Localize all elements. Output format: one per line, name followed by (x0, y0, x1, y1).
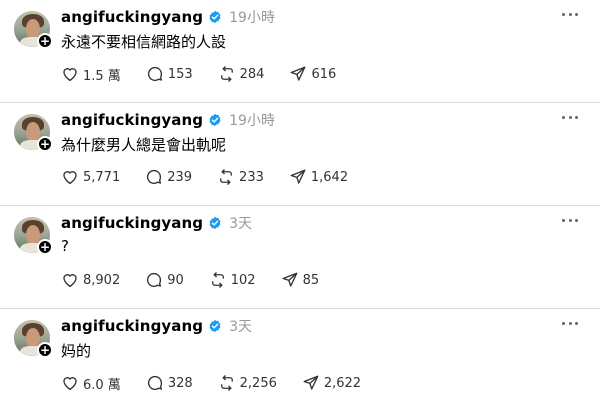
like-button[interactable]: 5,771 (61, 168, 120, 186)
reply-button[interactable]: 90 (145, 271, 184, 289)
reply-count: 90 (167, 272, 184, 288)
username[interactable]: angifuckingyang (61, 8, 203, 26)
share-count: 2,622 (323, 375, 362, 391)
follow-plus-icon[interactable]: + (37, 342, 53, 358)
verified-icon (209, 113, 221, 127)
verified-icon (209, 216, 221, 230)
heart-icon (63, 377, 77, 391)
verified-icon (209, 10, 221, 24)
heart-icon (63, 68, 77, 82)
reply-button[interactable]: 153 (146, 65, 193, 83)
avatar-container[interactable]: + (14, 320, 53, 358)
post-header: angifuckingyang 19小時 (61, 6, 275, 28)
avatar-container[interactable]: + (14, 11, 53, 49)
post-actions: 5,771 239 233 1,642 (61, 168, 373, 186)
comment-icon (147, 66, 162, 82)
share-button[interactable]: 85 (281, 271, 320, 289)
share-icon (282, 272, 298, 287)
post-actions: 1.5 萬 153 284 616 (61, 65, 361, 84)
post-actions: 6.0 萬 328 2,256 2,622 (61, 374, 386, 393)
reply-button[interactable]: 328 (146, 374, 193, 392)
comment-icon (147, 375, 162, 391)
repost-button[interactable]: 102 (209, 271, 256, 289)
like-count: 5,771 (83, 169, 121, 185)
heart-icon (63, 171, 77, 185)
post-actions: 8,902 90 102 85 (61, 271, 344, 289)
comment-icon (147, 272, 162, 288)
follow-plus-icon[interactable]: + (37, 239, 53, 255)
repost-count: 2,256 (239, 375, 277, 391)
thread-post[interactable]: + angifuckingyang 19小時 為什麼男人總是會出軌呢 5,771… (0, 103, 600, 206)
thread-post[interactable]: + angifuckingyang 3天 ? 8,902 90 102 85 (0, 206, 600, 309)
like-count: 8,902 (83, 272, 121, 288)
repost-button[interactable]: 284 (218, 65, 265, 83)
like-button[interactable]: 8,902 (61, 271, 120, 289)
reply-count: 328 (167, 375, 193, 391)
more-icon[interactable] (562, 320, 578, 326)
post-time[interactable]: 19小時 (229, 110, 275, 130)
like-button[interactable]: 6.0 萬 (61, 374, 121, 393)
repost-count: 284 (239, 66, 265, 82)
avatar-container[interactable]: + (14, 114, 53, 152)
comment-icon (147, 169, 162, 185)
share-icon (291, 66, 306, 81)
like-count: 6.0 萬 (83, 377, 121, 393)
repost-icon (220, 169, 232, 185)
username[interactable]: angifuckingyang (61, 317, 203, 335)
post-time[interactable]: 3天 (229, 213, 252, 233)
share-icon (290, 169, 306, 184)
share-button[interactable]: 616 (289, 65, 336, 83)
share-count: 85 (302, 272, 320, 288)
heart-icon (63, 274, 77, 288)
verified-icon (209, 319, 221, 333)
like-count: 1.5 萬 (83, 68, 121, 84)
username[interactable]: angifuckingyang (61, 111, 203, 129)
post-time[interactable]: 3天 (229, 316, 252, 336)
post-text: ? (61, 237, 69, 255)
post-header: angifuckingyang 3天 (61, 212, 252, 234)
share-count: 1,642 (310, 169, 349, 185)
share-count: 616 (311, 66, 337, 82)
more-icon[interactable] (562, 114, 578, 120)
username[interactable]: angifuckingyang (61, 214, 203, 232)
post-header: angifuckingyang 19小時 (61, 109, 275, 131)
thread-post[interactable]: + angifuckingyang 19小時 永遠不要相信網路的人設 1.5 萬… (0, 0, 600, 103)
more-icon[interactable] (562, 11, 578, 17)
repost-button[interactable]: 2,256 (218, 374, 277, 392)
repost-button[interactable]: 233 (217, 168, 264, 186)
reply-count: 239 (167, 169, 193, 185)
repost-icon (211, 272, 224, 288)
more-icon[interactable] (562, 217, 578, 223)
share-button[interactable]: 1,642 (289, 168, 348, 186)
share-icon (303, 375, 319, 390)
reply-count: 153 (167, 66, 193, 82)
follow-plus-icon[interactable]: + (37, 136, 53, 152)
follow-plus-icon[interactable]: + (37, 33, 53, 49)
post-header: angifuckingyang 3天 (61, 315, 252, 337)
avatar-container[interactable]: + (14, 217, 53, 255)
thread-post[interactable]: + angifuckingyang 3天 妈的 6.0 萬 328 2,256 (0, 309, 600, 405)
repost-count: 233 (239, 169, 264, 185)
repost-icon (220, 375, 233, 391)
repost-count: 102 (230, 272, 256, 288)
post-text: 永遠不要相信網路的人設 (61, 33, 227, 51)
share-button[interactable]: 2,622 (302, 374, 361, 392)
post-text: 為什麼男人總是會出軌呢 (61, 136, 227, 154)
post-time[interactable]: 19小時 (229, 7, 275, 27)
repost-icon (220, 66, 233, 82)
post-text: 妈的 (61, 342, 92, 360)
like-button[interactable]: 1.5 萬 (61, 65, 121, 84)
reply-button[interactable]: 239 (145, 168, 192, 186)
